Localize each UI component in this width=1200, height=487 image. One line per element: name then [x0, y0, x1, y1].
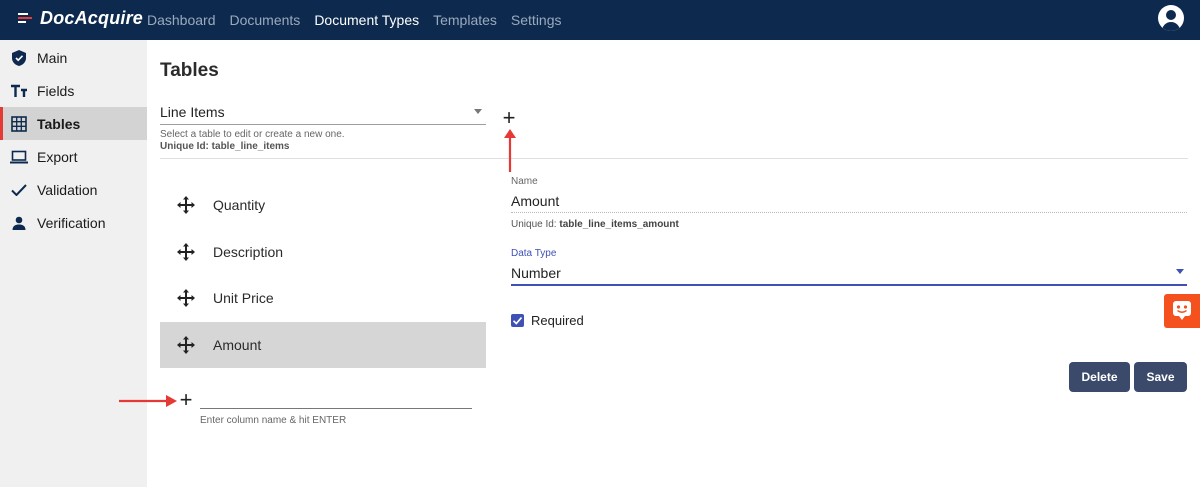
sidebar-item-label: Export	[37, 148, 78, 165]
delete-button[interactable]: Delete	[1069, 362, 1130, 392]
column-label: Quantity	[213, 197, 266, 213]
column-label: Amount	[213, 337, 262, 353]
field-unique-id: Unique Id: table_line_items_amount	[511, 219, 679, 230]
sidebar-item-export[interactable]: Export	[0, 140, 147, 173]
table-select-helper: Select a table to edit or create a new o…	[160, 129, 345, 140]
name-label: Name	[511, 176, 538, 187]
shield-icon	[10, 49, 28, 67]
column-item[interactable]: Quantity	[160, 182, 486, 228]
add-table-button[interactable]: +	[500, 107, 518, 129]
sidebar-item-label: Verification	[37, 214, 106, 231]
table-select[interactable]: Line Items	[160, 101, 486, 125]
checkmark-icon	[512, 317, 523, 325]
check-icon	[10, 181, 28, 199]
annotation-arrow-up-icon	[504, 129, 516, 172]
help-chat-icon[interactable]	[1164, 294, 1200, 328]
person-icon	[10, 214, 28, 232]
table-select-value: Line Items	[160, 104, 225, 120]
sidebar-item-fields[interactable]: Fields	[0, 74, 147, 107]
add-column-button[interactable]: +	[178, 389, 194, 411]
nav-settings[interactable]: Settings	[511, 12, 562, 28]
name-field[interactable]: Amount	[511, 193, 559, 209]
drag-move-icon[interactable]	[177, 289, 195, 307]
sidebar-item-label: Tables	[37, 115, 81, 132]
top-navbar: DocAcquire Dashboard Documents Document …	[0, 0, 1200, 40]
sidebar: Main Fields Tables Export Validation Ver…	[0, 40, 147, 487]
drag-move-icon[interactable]	[177, 243, 195, 261]
sidebar-item-label: Main	[37, 49, 68, 66]
column-label: Description	[213, 244, 284, 260]
save-button[interactable]: Save	[1134, 362, 1187, 392]
divider	[160, 158, 1188, 159]
data-type-value: Number	[511, 265, 561, 281]
laptop-icon	[10, 148, 28, 166]
account-avatar-icon[interactable]	[1158, 5, 1184, 31]
column-item-selected[interactable]: Amount	[160, 322, 486, 368]
logo-mark-icon	[18, 11, 38, 25]
nav-document-types[interactable]: Document Types	[314, 12, 419, 28]
grid-icon	[10, 115, 28, 133]
column-name-input[interactable]	[200, 391, 472, 409]
logo[interactable]: DocAcquire	[18, 7, 143, 29]
sidebar-item-label: Validation	[37, 181, 98, 198]
drag-move-icon[interactable]	[177, 336, 195, 354]
sidebar-item-verification[interactable]: Verification	[0, 206, 147, 239]
column-item[interactable]: Unit Price	[160, 275, 486, 321]
required-label: Required	[531, 313, 584, 328]
data-type-select[interactable]: Number	[511, 262, 1187, 286]
sidebar-item-tables[interactable]: Tables	[0, 107, 147, 140]
text-fields-icon	[10, 82, 28, 100]
nav-dashboard[interactable]: Dashboard	[147, 12, 216, 28]
page-title: Tables	[160, 60, 219, 81]
sidebar-item-main[interactable]: Main	[0, 41, 147, 74]
sidebar-item-validation[interactable]: Validation	[0, 173, 147, 206]
sidebar-item-label: Fields	[37, 82, 75, 99]
dropdown-caret-icon	[1176, 269, 1184, 274]
logo-text: DocAcquire	[40, 7, 144, 28]
table-unique-id: Unique Id: table_line_items	[160, 141, 290, 152]
data-type-label: Data Type	[511, 248, 557, 259]
main-nav: Dashboard Documents Document Types Templ…	[147, 0, 576, 40]
column-label: Unit Price	[213, 290, 274, 306]
name-field-underline	[511, 212, 1187, 213]
column-item[interactable]: Description	[160, 229, 486, 275]
drag-move-icon[interactable]	[177, 196, 195, 214]
nav-templates[interactable]: Templates	[433, 12, 497, 28]
dropdown-caret-icon	[474, 109, 482, 114]
annotation-arrow-right-icon	[119, 395, 177, 407]
required-checkbox[interactable]	[511, 314, 524, 327]
column-input-helper: Enter column name & hit ENTER	[200, 415, 347, 426]
nav-documents[interactable]: Documents	[230, 12, 301, 28]
